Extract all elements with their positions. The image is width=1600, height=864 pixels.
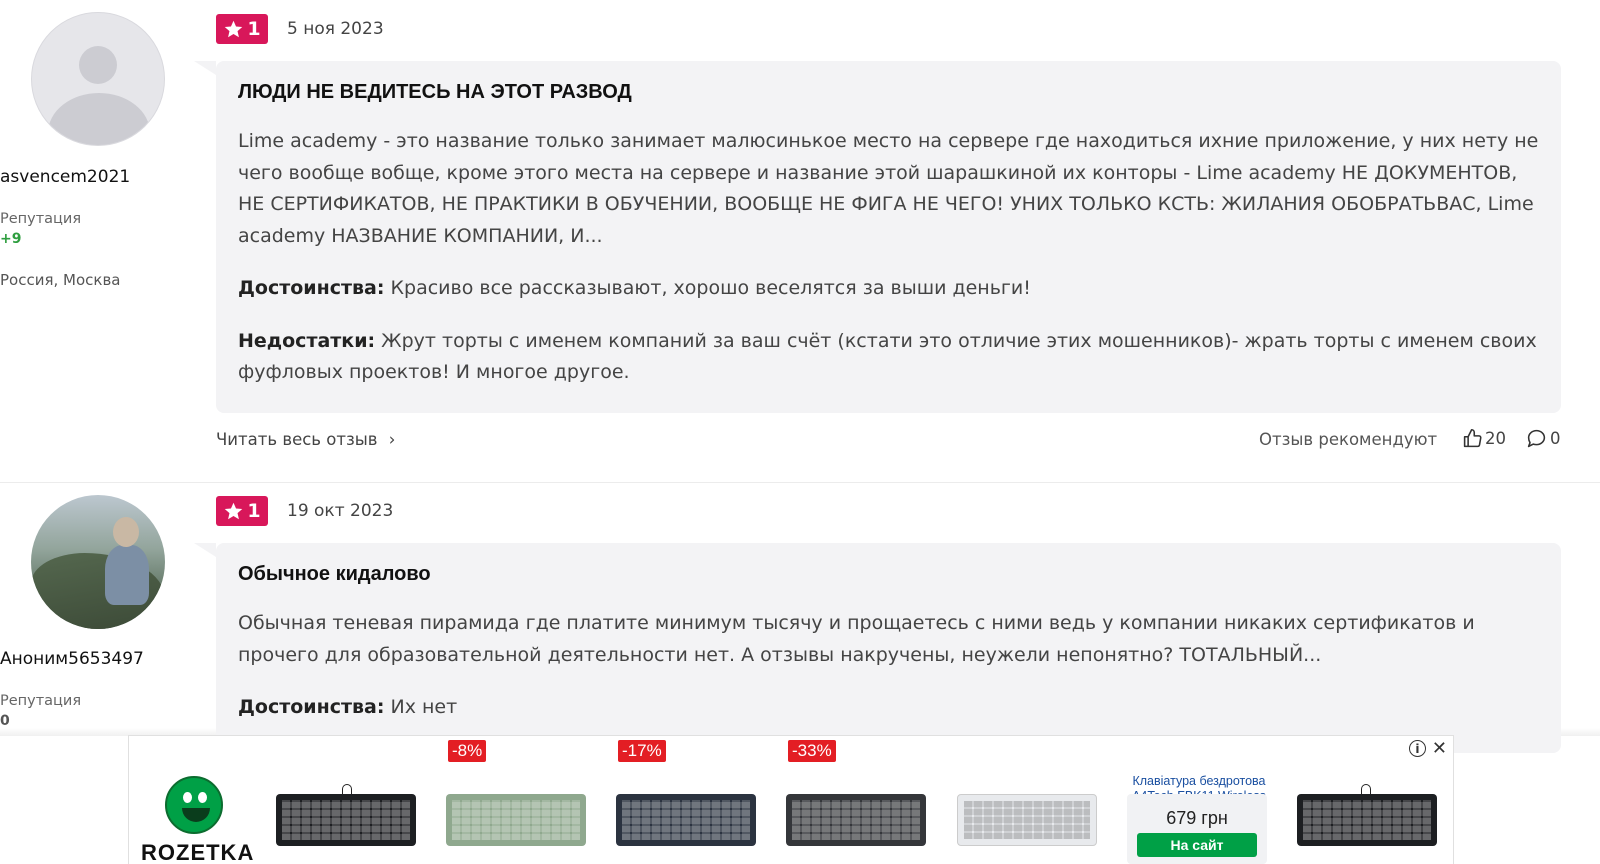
review-card: ЛЮДИ НЕ ВЕДИТЕСЬ НА ЭТОТ РАЗВОД Lime aca… bbox=[194, 61, 1561, 413]
author-name[interactable]: Аноним5653497 bbox=[0, 649, 197, 669]
rating-value: 1 bbox=[247, 18, 261, 40]
thumbs-up-icon bbox=[1463, 428, 1482, 448]
pros-text: Красиво все рассказывают, хорошо веселят… bbox=[390, 277, 1031, 299]
comment-icon bbox=[1527, 429, 1546, 448]
like-count: 20 bbox=[1485, 429, 1506, 448]
ad-banner[interactable]: ROZETKA -8% -17% -33% Клавіатура бездрот… bbox=[128, 735, 1454, 864]
discount-badge: -33% bbox=[788, 740, 836, 762]
keyboard-image bbox=[957, 794, 1097, 846]
star-icon bbox=[225, 502, 243, 519]
like-button[interactable]: 20 bbox=[1462, 428, 1506, 449]
ad-product-featured[interactable]: Клавіатура бездротова A4Tech FBK11 Wirel… bbox=[1127, 736, 1272, 864]
review-title[interactable]: ЛЮДИ НЕ ВЕДИТЕСЬ НА ЭТОТ РАЗВОД bbox=[238, 81, 1539, 104]
rating-badge: 1 bbox=[216, 496, 268, 526]
author-name[interactable]: asvencem2021 bbox=[0, 167, 197, 187]
keyboard-image bbox=[786, 794, 926, 846]
pros-label: Достоинства: bbox=[238, 696, 385, 718]
reputation-value: +9 bbox=[0, 231, 22, 247]
rating-value: 1 bbox=[247, 500, 261, 522]
review-date: 5 ноя 2023 bbox=[287, 19, 384, 39]
avatar-photo-head bbox=[113, 517, 139, 547]
recommend-label: Отзыв рекомендуют bbox=[1259, 430, 1438, 449]
avatar-photo-person bbox=[105, 545, 149, 605]
keyboard-image bbox=[616, 794, 756, 846]
close-icon[interactable]: ✕ bbox=[1432, 738, 1447, 759]
pros-label: Достоинства: bbox=[238, 277, 385, 299]
ad-product[interactable]: -8% bbox=[446, 736, 591, 864]
ad-go-button[interactable]: На сайт bbox=[1137, 833, 1257, 857]
info-icon[interactable]: i bbox=[1408, 740, 1426, 757]
review-title[interactable]: Обычное кидалово bbox=[238, 563, 1539, 586]
keyboard-image bbox=[276, 794, 416, 846]
discount-badge: -17% bbox=[618, 740, 666, 762]
pros-text: Их нет bbox=[390, 696, 458, 718]
keyboard-image bbox=[446, 794, 586, 846]
ad-product[interactable]: -17% bbox=[616, 736, 761, 864]
cons-label: Недостатки: bbox=[238, 329, 376, 352]
review-date: 19 окт 2023 bbox=[287, 501, 394, 521]
review-item: Аноним5653497 Репутация 0 1 19 окт 2023 … bbox=[0, 484, 1600, 753]
review-card: Обычное кидалово Обычная теневая пирамид… bbox=[194, 543, 1561, 753]
comments-button[interactable]: 0 bbox=[1526, 428, 1561, 449]
avatar-body bbox=[48, 93, 150, 145]
review-pros: Достоинства: Их нет bbox=[238, 692, 1539, 724]
ad-brand-name: ROZETKA bbox=[141, 840, 255, 864]
chevron-right-icon: › bbox=[388, 430, 396, 449]
comment-count: 0 bbox=[1550, 429, 1561, 448]
avatar[interactable] bbox=[31, 12, 165, 146]
ad-product[interactable]: -33% bbox=[786, 736, 931, 864]
review-cons: Недостатки: Жрут торты с именем компаний… bbox=[238, 326, 1539, 389]
star-icon bbox=[225, 20, 243, 37]
keyboard-image bbox=[1297, 794, 1437, 846]
author-location: Россия, Москва bbox=[0, 271, 121, 289]
ad-product[interactable] bbox=[276, 736, 421, 864]
logo-eye-left bbox=[183, 792, 192, 803]
ad-controls: i ✕ bbox=[1408, 738, 1447, 759]
review-footer: Читать весь отзыв › Отзыв рекомендуют 20… bbox=[216, 428, 1561, 456]
ad-product[interactable] bbox=[957, 736, 1102, 864]
reputation-label: Репутация bbox=[0, 693, 82, 709]
review-item: asvencem2021 Репутация +9 Россия, Москва… bbox=[0, 0, 1600, 483]
reputation-value: 0 bbox=[0, 713, 10, 729]
logo-eye-right bbox=[198, 792, 207, 803]
ad-product-price: 679 грн bbox=[1166, 808, 1228, 828]
logo-mouth bbox=[182, 808, 210, 822]
avatar-head bbox=[79, 46, 117, 84]
review-text: Lime academy - это название только заним… bbox=[238, 130, 1539, 247]
read-more-label: Читать весь отзыв bbox=[216, 430, 378, 449]
review-pros: Достоинства: Красиво все рассказывают, х… bbox=[238, 273, 1539, 305]
review-text: Обычная теневая пирамида где платите мин… bbox=[238, 612, 1475, 666]
read-more-link[interactable]: Читать весь отзыв › bbox=[216, 430, 395, 449]
rozetka-logo-icon bbox=[165, 776, 223, 834]
reputation-label: Репутация bbox=[0, 211, 82, 227]
avatar[interactable] bbox=[31, 495, 165, 629]
discount-badge: -8% bbox=[448, 740, 487, 762]
cons-text: Жрут торты с именем компаний за ваш счёт… bbox=[238, 329, 1537, 384]
rating-badge: 1 bbox=[216, 14, 268, 44]
